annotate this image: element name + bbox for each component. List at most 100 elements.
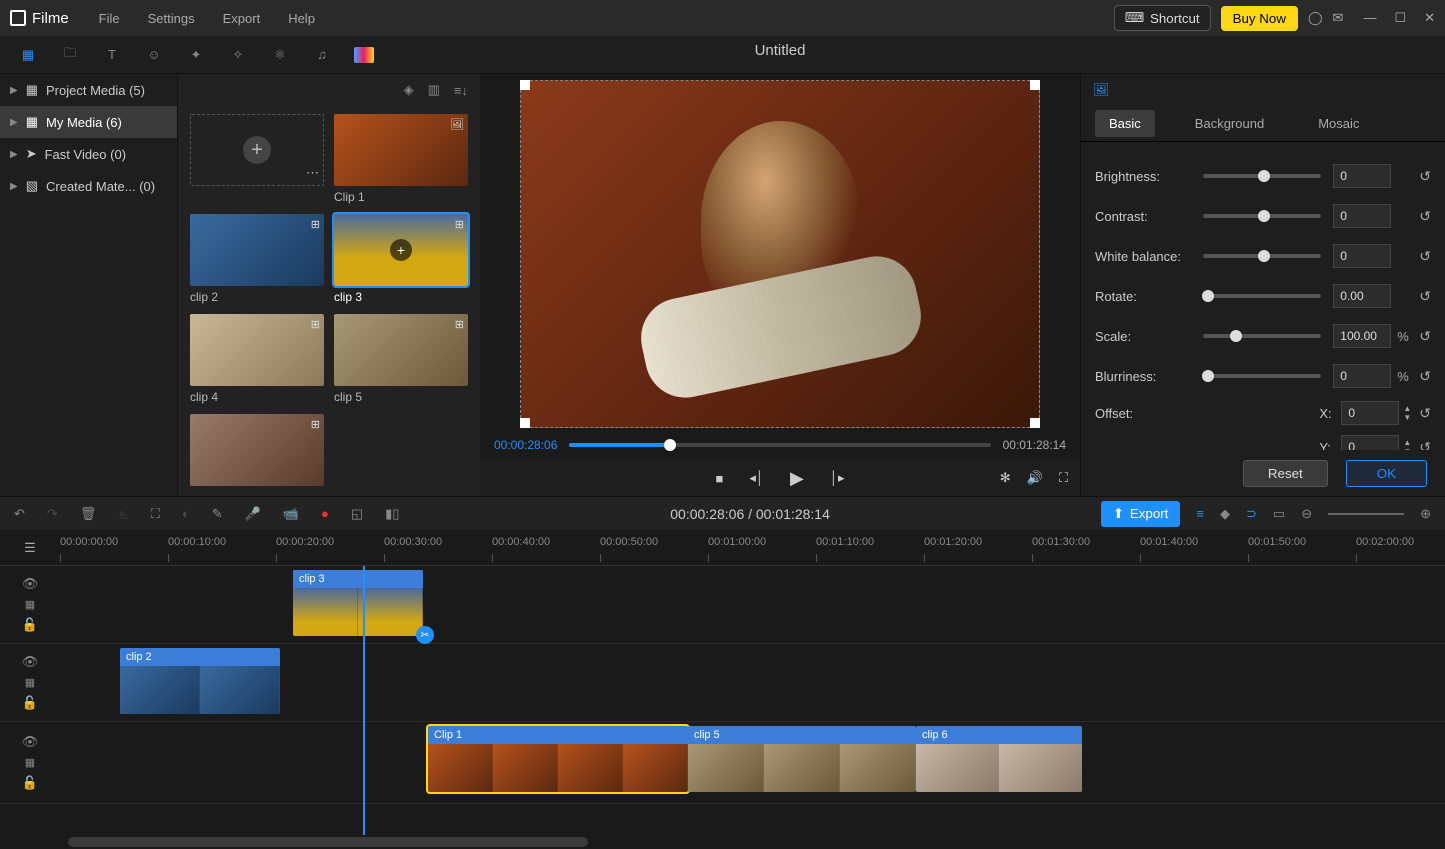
eye-icon[interactable]: 👁 (22, 654, 39, 670)
add-to-timeline-icon[interactable]: + (390, 239, 412, 261)
effects-icon[interactable]: ✦ (186, 45, 206, 65)
zoom-out-icon[interactable]: ⊖ (1301, 506, 1312, 522)
export-button[interactable]: ⬆ Export (1101, 501, 1181, 527)
delete-icon[interactable]: 🗑 (80, 506, 97, 522)
reset-icon[interactable]: ↺ (1419, 328, 1431, 345)
reset-icon[interactable]: ↺ (1419, 168, 1431, 185)
horizontal-scrollbar[interactable] (0, 835, 1445, 849)
sort-icon[interactable]: ≡↓ (454, 83, 468, 98)
tab-mosaic[interactable]: Mosaic (1304, 110, 1373, 137)
layers-icon[interactable]: ◈ (404, 82, 414, 98)
media-clip[interactable]: ⊞ (190, 414, 324, 490)
timeline-clip[interactable]: clip 5 (688, 726, 916, 792)
reset-icon[interactable]: ↺ (1419, 208, 1431, 225)
buy-now-button[interactable]: Buy Now (1221, 6, 1298, 31)
media-clip[interactable]: ⊞clip 2 (190, 214, 324, 304)
grid-view-icon[interactable]: ▥ (428, 82, 440, 98)
text-icon[interactable]: T (102, 45, 122, 65)
next-frame-button[interactable]: │▸ (830, 470, 845, 486)
reset-icon[interactable]: ↺ (1419, 439, 1431, 451)
close-icon[interactable]: ✕ (1424, 10, 1435, 26)
scissors-icon[interactable]: ✂ (416, 626, 434, 644)
sidebar-item-my-media[interactable]: ▶ ▦ My Media (6) (0, 106, 177, 138)
sticker-icon[interactable]: ☺ (144, 45, 164, 65)
color-icon[interactable] (354, 45, 374, 65)
sidebar-item-project-media[interactable]: ▶ ▦ Project Media (5) (0, 74, 177, 106)
slider-scale[interactable] (1203, 334, 1321, 338)
align-icon[interactable]: ≡ (1196, 506, 1204, 521)
magnet-icon[interactable]: ⊃ (1246, 506, 1257, 522)
settings-icon[interactable]: ✻ (1000, 470, 1011, 486)
crop-icon[interactable]: ⛶ (151, 506, 160, 522)
timeline-clip[interactable]: clip 6 (916, 726, 1082, 792)
input-offset-x[interactable] (1341, 401, 1399, 425)
reset-icon[interactable]: ↺ (1419, 288, 1431, 305)
minimize-icon[interactable]: — (1363, 10, 1376, 26)
sidebar-item-fast-video[interactable]: ▶ ➤ Fast Video (0) (0, 138, 177, 170)
maximize-icon[interactable]: ☐ (1394, 10, 1406, 26)
fullscreen-icon[interactable]: ⛶ (1059, 470, 1068, 486)
reset-icon[interactable]: ↺ (1419, 405, 1431, 422)
slider-brightness[interactable] (1203, 174, 1321, 178)
scrubber[interactable] (569, 443, 990, 447)
slider-contrast[interactable] (1203, 214, 1321, 218)
playhead[interactable] (363, 566, 365, 835)
slider-white_balance[interactable] (1203, 254, 1321, 258)
hamburger-icon[interactable]: ☰ (24, 540, 36, 556)
slider-blurriness[interactable] (1203, 374, 1321, 378)
reset-icon[interactable]: ↺ (1419, 248, 1431, 265)
media-clip[interactable]: 🖼Clip 1 (334, 114, 468, 204)
input-brightness[interactable] (1333, 164, 1391, 188)
tab-basic[interactable]: Basic (1095, 110, 1155, 137)
timeline-clip[interactable]: Clip 1 (428, 726, 688, 792)
input-white_balance[interactable] (1333, 244, 1391, 268)
timeline-clip[interactable]: clip 2 (120, 648, 280, 714)
mic-icon[interactable]: 🎤 (245, 506, 261, 522)
input-blurriness[interactable] (1333, 364, 1391, 388)
input-scale[interactable] (1333, 324, 1391, 348)
shortcut-button[interactable]: ⌨ Shortcut (1114, 5, 1211, 31)
split-icon[interactable]: ⎁ (118, 506, 128, 522)
play-button[interactable]: ▶ (790, 468, 804, 489)
prev-frame-button[interactable]: ◂│ (749, 470, 764, 486)
add-media-button[interactable]: +⋯ (190, 114, 324, 186)
tab-background[interactable]: Background (1181, 110, 1278, 137)
audio-icon[interactable]: ♫ (312, 45, 332, 65)
folder-icon[interactable]: 🗀 (60, 45, 80, 65)
menu-settings[interactable]: Settings (148, 11, 195, 26)
lock-icon[interactable]: 🔓 (22, 695, 38, 711)
color-edit-icon[interactable]: ✎ (212, 506, 223, 522)
media-clip[interactable]: ⊞+clip 3 (334, 214, 468, 304)
reset-button[interactable]: Reset (1243, 460, 1328, 487)
camera-icon[interactable]: 📹 (283, 506, 299, 522)
media-clip[interactable]: ⊞clip 4 (190, 314, 324, 404)
zoom-slider[interactable] (1328, 513, 1404, 515)
eye-icon[interactable]: 👁 (22, 734, 39, 750)
account-icon[interactable]: ◯ (1308, 10, 1323, 26)
slider-rotate[interactable] (1203, 294, 1321, 298)
speed-icon[interactable]: ◐ (182, 506, 190, 521)
eye-icon[interactable]: 👁 (22, 576, 39, 592)
elements-icon[interactable]: ⚛ (270, 45, 290, 65)
sidebar-item-created-materials[interactable]: ▶ ▧ Created Mate... (0) (0, 170, 177, 202)
zoom-in-icon[interactable]: ⊕ (1420, 506, 1431, 522)
scale-icon[interactable]: ▭ (1273, 506, 1285, 522)
record-icon[interactable]: ● (321, 506, 329, 521)
input-contrast[interactable] (1333, 204, 1391, 228)
mail-icon[interactable]: ✉ (1333, 10, 1344, 26)
menu-file[interactable]: File (99, 11, 120, 26)
mirror-icon[interactable]: ▮▯ (385, 506, 399, 522)
preview-canvas[interactable] (520, 80, 1040, 428)
stop-button[interactable]: ■ (715, 471, 723, 486)
lock-icon[interactable]: 🔓 (22, 775, 38, 791)
ok-button[interactable]: OK (1346, 460, 1427, 487)
marker-icon[interactable]: ◆ (1220, 506, 1230, 522)
media-clip[interactable]: ⊞clip 5 (334, 314, 468, 404)
input-rotate[interactable] (1333, 284, 1391, 308)
more-icon[interactable]: ⋯ (306, 165, 319, 181)
media-tab-icon[interactable]: ▦ (18, 45, 38, 65)
redo-icon[interactable]: ↷ (47, 506, 58, 522)
undo-icon[interactable]: ↶ (14, 506, 25, 522)
input-offset-y[interactable] (1341, 435, 1399, 450)
menu-export[interactable]: Export (223, 11, 261, 26)
